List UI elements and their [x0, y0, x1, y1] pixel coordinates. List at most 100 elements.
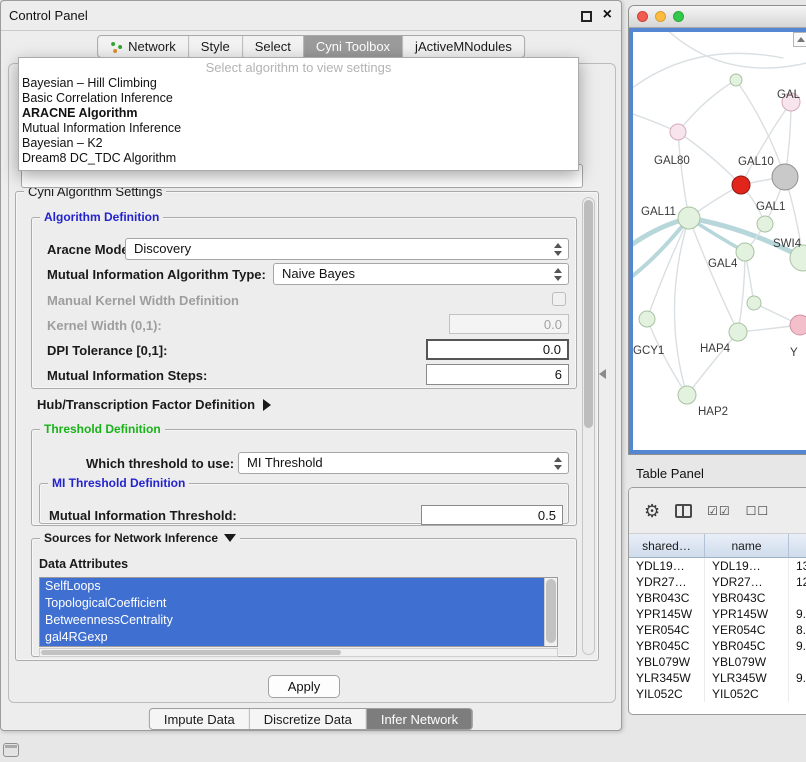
collapse-down-arrow-icon — [224, 534, 236, 542]
tab-cyni-toolbox[interactable]: Cyni Toolbox — [303, 36, 402, 57]
tab-infer-network[interactable]: Infer Network — [366, 709, 472, 729]
data-attributes-list[interactable]: SelfLoopsTopologicalCoefficientBetweenne… — [39, 577, 558, 647]
network-edge[interactable] — [647, 319, 687, 395]
algorithm-option-dream8-dc-tdc-algorithm[interactable]: Dream8 DC_TDC Algorithm — [19, 151, 578, 166]
aracne-mode-select[interactable]: Discovery — [125, 238, 569, 260]
settings-scrollbar[interactable] — [582, 197, 595, 655]
panel-dock-icon[interactable] — [3, 743, 19, 757]
table-cell: YBR045C — [629, 638, 705, 654]
table-cell: YBL079W — [705, 654, 789, 670]
network-node-hap2[interactable] — [678, 386, 696, 404]
gear-icon[interactable]: ⚙ — [644, 502, 660, 520]
attribute-list-vertical-scrollbar[interactable] — [544, 578, 557, 646]
control-panel-titlebar[interactable]: Control Panel × — [1, 1, 621, 31]
tab-discretize-data[interactable]: Discretize Data — [249, 709, 366, 729]
network-node-gal1[interactable] — [757, 216, 773, 232]
network-node-y[interactable] — [790, 315, 806, 335]
column-header-extra[interactable] — [789, 534, 806, 557]
apply-button[interactable]: Apply — [268, 675, 340, 698]
zoom-traffic-light[interactable] — [673, 11, 684, 22]
hub-definition-expander[interactable]: Hub/Transcription Factor Definition — [37, 397, 271, 412]
algorithm-option-basic-correlation-inference[interactable]: Basic Correlation Inference — [19, 91, 578, 106]
attribute-item-topologicalcoefficient[interactable]: TopologicalCoefficient — [40, 595, 544, 612]
dpi-tolerance-field[interactable]: 0.0 — [426, 339, 569, 360]
mi-threshold-field[interactable]: 0.5 — [421, 505, 563, 525]
column-header-shared[interactable]: shared… — [629, 534, 705, 557]
mi-algorithm-type-select[interactable]: Naive Bayes — [273, 263, 569, 285]
tab-select[interactable]: Select — [242, 36, 303, 57]
manual-kernel-width-checkbox[interactable] — [552, 292, 566, 306]
attribute-list-horizontal-scrollbar[interactable] — [39, 648, 558, 657]
network-edge[interactable] — [738, 252, 745, 332]
table-cell: YBR043C — [629, 590, 705, 606]
threshold-definition-title: Threshold Definition — [40, 422, 165, 436]
mi-threshold-group-title: MI Threshold Definition — [48, 476, 189, 490]
scrollbar-thumb[interactable] — [41, 650, 341, 655]
network-node-gal80[interactable] — [670, 124, 686, 140]
table-cell: YLR345W — [705, 670, 789, 686]
network-node-label: GAL80 — [654, 155, 690, 167]
minimize-traffic-light[interactable] — [655, 11, 666, 22]
algorithm-dropdown-popup: Select algorithm to view settings Bayesi… — [18, 57, 579, 171]
table-row[interactable]: YBR043CYBR043C — [629, 590, 806, 606]
table-row[interactable]: YIL052CYIL052C — [629, 686, 806, 702]
network-edge[interactable] — [678, 132, 689, 218]
mi-threshold-label: Mutual Information Threshold: — [49, 508, 237, 523]
network-node-gal11[interactable] — [678, 207, 700, 229]
table-row[interactable]: YPR145WYPR145W9. — [629, 606, 806, 622]
mi-steps-field[interactable]: 6 — [426, 364, 569, 385]
scrollbar-thumb[interactable] — [546, 579, 556, 643]
table-row[interactable]: YBR045CYBR045C9. — [629, 638, 806, 654]
network-node-gal10[interactable] — [732, 176, 750, 194]
tab-network[interactable]: Network — [98, 36, 188, 57]
table-cell: YBR045C — [705, 638, 789, 654]
table-cell: YBR043C — [705, 590, 789, 606]
algorithm-option-mutual-information-inference[interactable]: Mutual Information Inference — [19, 121, 578, 136]
close-traffic-light[interactable] — [637, 11, 648, 22]
attribute-item-gal4rgexp[interactable]: gal4RGexp — [40, 629, 544, 646]
kernel-width-field[interactable]: 0.0 — [449, 314, 569, 334]
tab-impute-data[interactable]: Impute Data — [150, 709, 249, 729]
network-node[interactable] — [747, 296, 761, 310]
network-node-gal4[interactable] — [736, 243, 754, 261]
network-node[interactable] — [772, 164, 798, 190]
table-cell — [789, 654, 806, 670]
network-edge[interactable] — [678, 80, 736, 132]
network-edge[interactable] — [633, 53, 783, 92]
algorithm-option-aracne-algorithm[interactable]: ARACNE Algorithm — [19, 106, 578, 121]
algorithm-option-bayesian-hill-climbing[interactable]: Bayesian – Hill Climbing — [19, 76, 578, 91]
network-edge[interactable] — [687, 332, 738, 395]
table-row[interactable]: YDR27…YDR27…12 — [629, 574, 806, 590]
close-panel-button[interactable]: × — [603, 6, 612, 24]
attribute-item-selfloops[interactable]: SelfLoops — [40, 578, 544, 595]
algorithm-option-bayesian-k2[interactable]: Bayesian – K2 — [19, 136, 578, 151]
which-threshold-select[interactable]: MI Threshold — [238, 452, 569, 474]
splitpane-collapse-handle[interactable] — [599, 369, 606, 379]
sources-group-header[interactable]: Sources for Network Inference — [40, 531, 240, 545]
table-body: YDL19…YDL19…13YDR27…YDR27…12YBR043CYBR04… — [629, 558, 806, 702]
float-panel-button[interactable] — [581, 11, 592, 22]
table-cell: YDL19… — [705, 558, 789, 574]
table-cell: YER054C — [629, 622, 705, 638]
network-node-hap4[interactable] — [729, 323, 747, 341]
tab-jactivemnodules[interactable]: jActiveMNodules — [402, 36, 524, 57]
network-node[interactable] — [730, 74, 742, 86]
network-edge[interactable] — [663, 32, 806, 68]
tab-style[interactable]: Style — [188, 36, 242, 57]
data-attributes-label: Data Attributes — [39, 557, 128, 571]
table-row[interactable]: YLR345WYLR345W9. — [629, 670, 806, 686]
table-row[interactable]: YDL19…YDL19…13 — [629, 558, 806, 574]
network-canvas[interactable]: GALGAL80GAL10GAL11GAL1SWI4GAL4GCY1HAP4YH… — [629, 28, 806, 454]
scroll-up-button[interactable] — [793, 32, 806, 47]
network-node-gcy1[interactable] — [639, 311, 655, 327]
network-window-titlebar[interactable] — [629, 6, 806, 28]
table-row[interactable]: YER054CYER054C8. — [629, 622, 806, 638]
window-title: Control Panel — [9, 8, 88, 23]
scrollbar-thumb[interactable] — [584, 200, 593, 428]
columns-icon[interactable] — [675, 504, 692, 518]
deselect-all-icon[interactable]: ☐☐ — [746, 505, 770, 517]
attribute-item-betweennesscentrality[interactable]: BetweennessCentrality — [40, 612, 544, 629]
column-header-name[interactable]: name — [705, 534, 789, 557]
table-row[interactable]: YBL079WYBL079W — [629, 654, 806, 670]
select-all-icon[interactable]: ☑☑ — [707, 505, 731, 517]
